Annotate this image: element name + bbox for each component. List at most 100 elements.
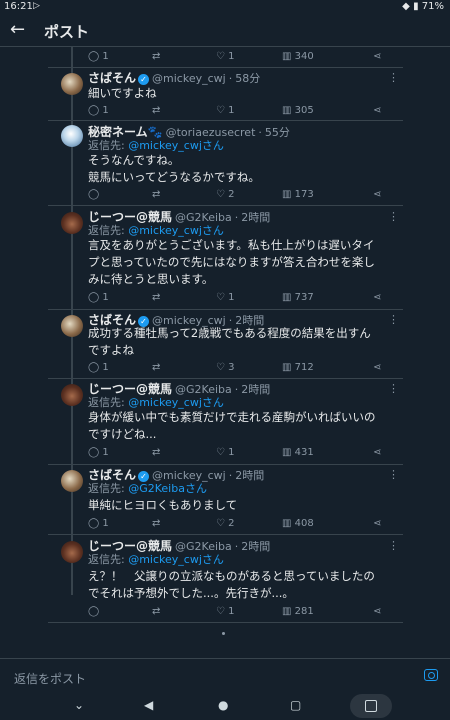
like-button[interactable]: ♡ 1: [216, 292, 235, 303]
share-button[interactable]: ⋖: [373, 292, 381, 303]
share-button[interactable]: ⋖: [373, 606, 381, 617]
like-button[interactable]: ♡ 2: [216, 189, 235, 200]
retweet-button[interactable]: ⇄: [152, 105, 160, 116]
retweet-button[interactable]: ⇄: [152, 51, 160, 62]
reply-button[interactable]: ◯ 1: [88, 447, 109, 458]
more-options-icon[interactable]: ⋮: [388, 382, 399, 395]
like-button[interactable]: ♡ 1: [216, 51, 235, 62]
reply-composer[interactable]: 返信をポスト: [0, 658, 450, 694]
avatar[interactable]: [61, 541, 83, 563]
divider: [48, 120, 403, 121]
share-button[interactable]: ⋖: [373, 362, 381, 373]
like-icon: ♡: [216, 447, 225, 458]
retweet-button[interactable]: ⇄: [152, 362, 160, 373]
views-button[interactable]: ▥ 431: [282, 447, 314, 458]
views-button[interactable]: ▥ 281: [282, 606, 314, 617]
views-button[interactable]: ▥ 305: [282, 105, 314, 116]
tweet-actions: ◯ 1 ⇄ ♡ 1 ▥ 340 ⋖: [88, 51, 388, 65]
nav-home-icon[interactable]: ●: [218, 698, 228, 712]
divider: [48, 205, 403, 206]
tweet-text: 身体が緩い中でも素質だけで走れる産駒がいればいいの ですけどね...: [88, 410, 376, 441]
reply-to-link[interactable]: @mickey_cwjさん: [128, 139, 224, 152]
nav-overview-icon[interactable]: ▢: [290, 698, 301, 712]
tweet-text: 細いですよね: [88, 86, 157, 100]
more-options-icon[interactable]: ⋮: [388, 539, 399, 552]
reply-button[interactable]: ◯ 1: [88, 292, 109, 303]
divider: [48, 378, 403, 379]
divider: [48, 534, 403, 535]
like-button[interactable]: ♡ 2: [216, 518, 235, 529]
reply-button[interactable]: ◯ 1: [88, 105, 109, 116]
retweet-button[interactable]: ⇄: [152, 518, 160, 529]
retweet-button[interactable]: ⇄: [152, 189, 160, 200]
thread: ◯ 1 ⇄ ♡ 1 ▥ 340 ⋖ さばそん ✓ @mickey_cwj · 58分 ⋮…: [0, 47, 450, 657]
tweet-text: 言及をありがとうございます。私も仕上がりは遅いタイ プと思っていたので先にはなり…: [88, 238, 375, 286]
reply-to-link[interactable]: @mickey_cwjさん: [128, 553, 224, 566]
views-button[interactable]: ▥ 737: [282, 292, 314, 303]
reply-to-line: 返信先: @G2Keibaさん: [88, 482, 207, 495]
reply-to-link[interactable]: @mickey_cwjさん: [128, 396, 224, 409]
divider: [48, 67, 403, 68]
time-separator: ·: [228, 72, 233, 85]
reply-icon: ◯: [88, 362, 100, 373]
views-button[interactable]: ▥ 712: [282, 362, 314, 373]
tweet-actions: ◯ ⇄ ♡ 2 ▥ 173 ⋖: [0, 189, 381, 203]
author-name[interactable]: さばそん: [88, 71, 136, 85]
share-button[interactable]: ⋖: [373, 105, 381, 116]
share-icon: ⋖: [373, 292, 382, 303]
author-handle: @mickey_cwj: [152, 72, 226, 85]
camera-icon[interactable]: [424, 669, 438, 681]
back-arrow-icon[interactable]: ←: [10, 19, 25, 40]
rotate-screen-button[interactable]: [350, 694, 392, 718]
like-button[interactable]: ♡ 3: [216, 362, 235, 373]
more-options-icon[interactable]: ⋮: [388, 71, 399, 84]
share-button[interactable]: ⋖: [373, 447, 381, 458]
like-button[interactable]: ♡ 1: [216, 606, 235, 617]
tweet-text: 成功する種牡馬って2歳戦でもある程度の結果を出すん ですよね: [88, 326, 371, 357]
views-icon: ▥: [282, 447, 292, 458]
reply-button[interactable]: ◯: [88, 189, 99, 200]
more-options-icon[interactable]: ⋮: [388, 313, 399, 326]
wifi-icon: ◆: [402, 1, 410, 12]
more-options-icon[interactable]: ⋮: [388, 210, 399, 223]
share-button[interactable]: ⋖: [373, 51, 381, 62]
share-icon: ⋖: [373, 51, 382, 62]
avatar[interactable]: [61, 125, 83, 147]
share-button[interactable]: ⋖: [373, 518, 381, 529]
reply-to-line: 返信先: @mickey_cwjさん: [88, 224, 224, 237]
retweet-button[interactable]: ⇄: [152, 606, 160, 617]
reply-input[interactable]: 返信をポスト: [14, 670, 86, 687]
divider: [48, 622, 403, 623]
avatar[interactable]: [61, 315, 83, 337]
avatar[interactable]: [61, 73, 83, 95]
like-button[interactable]: ♡ 1: [216, 447, 235, 458]
reply-to-link[interactable]: @G2Keibaさん: [128, 482, 207, 495]
views-button[interactable]: ▥ 408: [282, 518, 314, 529]
reply-button[interactable]: ◯: [88, 606, 99, 617]
retweet-button[interactable]: ⇄: [152, 292, 160, 303]
nav-back-icon[interactable]: ◀: [144, 698, 153, 712]
like-button[interactable]: ♡ 1: [216, 105, 235, 116]
avatar[interactable]: [61, 384, 83, 406]
avatar[interactable]: [61, 212, 83, 234]
tweet-text: 単純にヒヨロくもありまして: [88, 498, 238, 512]
tweet-time: 55分: [264, 126, 290, 139]
views-icon: ▥: [282, 606, 292, 617]
more-options-icon[interactable]: ⋮: [388, 468, 399, 481]
views-button[interactable]: ▥ 173: [282, 189, 314, 200]
avatar[interactable]: [61, 470, 83, 492]
time-separator: ·: [258, 126, 262, 139]
time-separator: ·: [234, 540, 239, 553]
like-icon: ♡: [216, 606, 225, 617]
views-button[interactable]: ▥ 340: [282, 51, 314, 62]
reply-button[interactable]: ◯ 1: [88, 362, 109, 373]
reply-icon: ◯: [88, 51, 100, 62]
nav-down-icon[interactable]: ⌄: [74, 698, 84, 712]
share-button[interactable]: ⋖: [373, 189, 381, 200]
reply-to-link[interactable]: @mickey_cwjさん: [128, 224, 224, 237]
views-icon: ▥: [282, 105, 292, 116]
reply-button[interactable]: ◯ 1: [88, 518, 109, 529]
reply-button[interactable]: ◯ 1: [88, 51, 109, 62]
share-icon: ⋖: [373, 189, 382, 200]
retweet-button[interactable]: ⇄: [152, 447, 160, 458]
